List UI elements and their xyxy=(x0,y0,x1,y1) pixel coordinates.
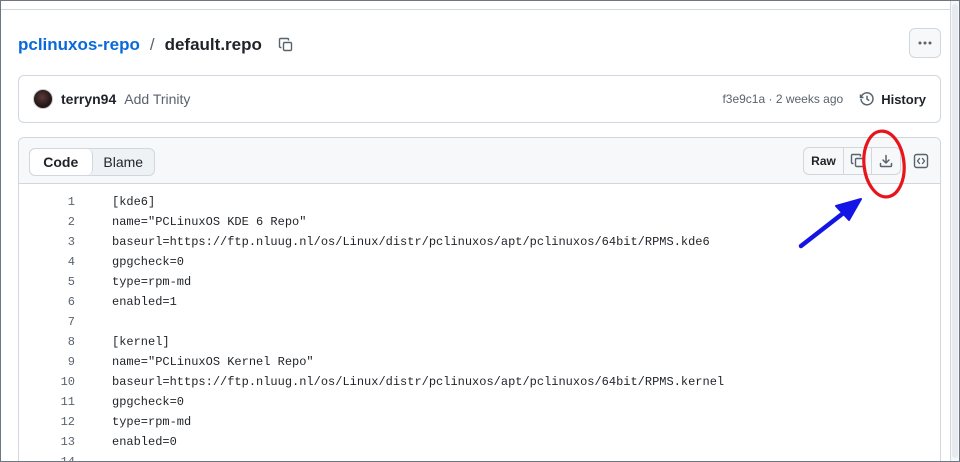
copy-path-button[interactable] xyxy=(276,35,296,55)
code-line: 13 enabled=0 xyxy=(19,432,940,452)
download-icon xyxy=(879,154,893,168)
line-number[interactable]: 9 xyxy=(19,355,75,369)
breadcrumb-file-name: default.repo xyxy=(164,35,262,54)
copy-icon xyxy=(278,37,293,52)
line-number[interactable]: 10 xyxy=(19,375,75,389)
line-number[interactable]: 6 xyxy=(19,295,75,309)
line-number[interactable]: 3 xyxy=(19,235,75,249)
raw-button[interactable]: Raw xyxy=(804,148,844,174)
window-scrollbar-thumb[interactable] xyxy=(952,4,958,458)
code-line: 12 type=rpm-md xyxy=(19,412,940,432)
line-number[interactable]: 1 xyxy=(19,195,75,209)
history-icon xyxy=(859,92,874,106)
code-line: 7 xyxy=(19,312,940,332)
download-raw-button[interactable] xyxy=(872,148,900,174)
history-button[interactable]: History xyxy=(859,91,926,107)
code-line: 2 name="PCLinuxOS KDE 6 Repo" xyxy=(19,212,940,232)
line-text: type=rpm-md xyxy=(112,275,192,289)
commit-message-link[interactable]: Add Trinity xyxy=(124,91,190,107)
raw-copy-download-group: Raw xyxy=(803,147,901,175)
commit-author-link[interactable]: terryn94 xyxy=(61,91,116,107)
code-line: 4 gpgcheck=0 xyxy=(19,252,940,272)
line-text: gpgcheck=0 xyxy=(112,395,185,409)
top-frame-edge xyxy=(0,0,950,10)
history-label: History xyxy=(881,91,926,107)
code-line: 6 enabled=1 xyxy=(19,292,940,312)
file-header: Code Blame Raw xyxy=(19,138,940,184)
symbols-panel-button[interactable] xyxy=(907,147,935,175)
code-line: 5 type=rpm-md xyxy=(19,272,940,292)
breadcrumb-repo-link[interactable]: pclinuxos-repo xyxy=(18,35,140,55)
line-number[interactable]: 12 xyxy=(19,415,75,429)
code-line: 1 [kde6] xyxy=(19,192,940,212)
line-text: [kde6] xyxy=(112,195,156,209)
code-view[interactable]: 1 [kde6] 2 name="PCLinuxOS KDE 6 Repo" 3 base… xyxy=(19,184,940,462)
line-number[interactable]: 5 xyxy=(19,275,75,289)
kebab-horizontal-icon xyxy=(918,41,932,45)
line-text: baseurl=https://ftp.nluug.nl/os/Linux/di… xyxy=(112,235,710,249)
file-viewer: Code Blame Raw 1 [kde6] 2 name="PCLinuxO… xyxy=(18,137,941,462)
tab-blame[interactable]: Blame xyxy=(93,149,155,175)
line-number[interactable]: 14 xyxy=(19,455,75,462)
line-text: name="PCLinuxOS Kernel Repo" xyxy=(112,355,314,369)
view-toggle: Code Blame xyxy=(29,148,155,176)
line-text: name="PCLinuxOS KDE 6 Repo" xyxy=(112,215,307,229)
latest-commit-bar: terryn94 Add Trinity f3e9c1a · 2 weeks a… xyxy=(18,75,941,123)
line-number[interactable]: 7 xyxy=(19,315,75,329)
tab-code[interactable]: Code xyxy=(30,149,93,175)
code-square-icon xyxy=(913,153,929,169)
line-number[interactable]: 8 xyxy=(19,335,75,349)
line-text: enabled=0 xyxy=(112,435,177,449)
copy-raw-button[interactable] xyxy=(844,148,872,174)
line-text: type=rpm-md xyxy=(112,415,192,429)
line-text: gpgcheck=0 xyxy=(112,255,185,269)
code-line: 3 baseurl=https://ftp.nluug.nl/os/Linux/d… xyxy=(19,232,940,252)
line-text: [kernel] xyxy=(112,335,170,349)
copy-icon xyxy=(850,153,864,168)
breadcrumb: pclinuxos-repo / default.repo xyxy=(18,32,296,58)
code-line: 11 gpgcheck=0 xyxy=(19,392,940,412)
commit-hash-and-time[interactable]: f3e9c1a · 2 weeks ago xyxy=(722,92,843,106)
more-options-button[interactable] xyxy=(909,28,941,58)
code-line: 10 baseurl=https://ftp.nluug.nl/os/Linux/… xyxy=(19,372,940,392)
code-line: 9 name="PCLinuxOS Kernel Repo" xyxy=(19,352,940,372)
line-number[interactable]: 11 xyxy=(19,395,75,409)
line-number[interactable]: 2 xyxy=(19,215,75,229)
line-number[interactable]: 4 xyxy=(19,255,75,269)
avatar[interactable] xyxy=(33,89,53,109)
line-number[interactable]: 13 xyxy=(19,435,75,449)
code-line: 8 [kernel] xyxy=(19,332,940,352)
line-text: enabled=1 xyxy=(112,295,177,309)
line-text: baseurl=https://ftp.nluug.nl/os/Linux/di… xyxy=(112,375,725,389)
file-actions: Raw xyxy=(803,147,935,175)
code-line: 14 xyxy=(19,452,940,462)
breadcrumb-separator: / xyxy=(149,35,155,54)
